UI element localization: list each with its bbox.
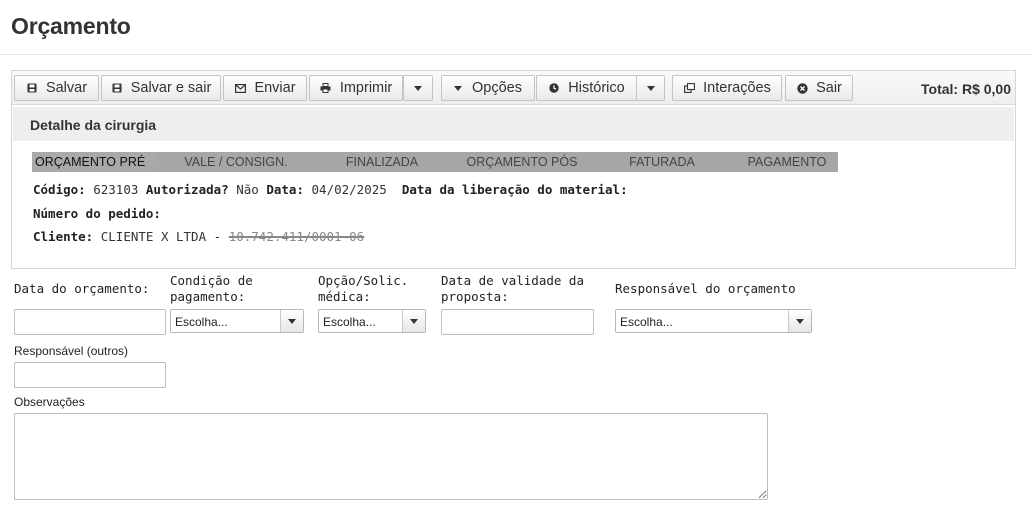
medical-option-value: Escolha... bbox=[323, 315, 376, 329]
code-label: Código: bbox=[33, 182, 86, 197]
external-link-icon bbox=[683, 82, 695, 94]
medical-option-label: Opção/Solic. médica: bbox=[318, 273, 409, 304]
options-label: Opções bbox=[472, 80, 522, 96]
page-title: Orçamento bbox=[11, 13, 131, 39]
other-responsible-label: Responsável (outros) bbox=[14, 344, 129, 358]
authorized-value: Não bbox=[236, 182, 259, 197]
material-release-label: Data da liberação do material: bbox=[401, 182, 628, 197]
exit-button[interactable]: Sair bbox=[785, 75, 853, 101]
send-button[interactable]: Enviar bbox=[223, 75, 307, 101]
clock-icon bbox=[548, 82, 560, 94]
chevron-down-icon bbox=[414, 85, 422, 91]
date-value: 04/02/2025 bbox=[311, 182, 387, 197]
budget-date-input[interactable] bbox=[14, 309, 166, 335]
save-label: Salvar bbox=[45, 80, 88, 96]
save-and-exit-button[interactable]: Salvar e sair bbox=[101, 75, 221, 101]
close-circle-icon bbox=[796, 82, 808, 94]
other-responsible-input[interactable] bbox=[14, 362, 166, 388]
interactions-label: Interações bbox=[703, 80, 771, 96]
budget-date-label: Data do orçamento: bbox=[14, 281, 150, 296]
status-stage-label: FINALIZADA bbox=[345, 155, 419, 169]
status-stage-label: PAGAMENTO bbox=[747, 155, 827, 169]
history-label: Histórico bbox=[568, 80, 625, 96]
budget-panel: Salvar Salvar e sair Enviar Imprimir Opç… bbox=[11, 70, 1016, 269]
status-stage-label: FATURADA bbox=[629, 155, 695, 169]
budget-responsible-value: Escolha... bbox=[620, 315, 673, 329]
status-pipeline: ORÇAMENTO PRÉ VALE / CONSIGN. FINALIZADA OR… bbox=[32, 152, 838, 172]
save-and-exit-label: Salvar e sair bbox=[130, 80, 212, 96]
budget-responsible-select[interactable]: Escolha... bbox=[615, 309, 812, 333]
surgery-detail-header: Detalhe da cirurgia bbox=[13, 107, 1014, 141]
surgery-info-line-3: Cliente: CLIENTE X LTDA - 10.742.411/000… bbox=[33, 229, 364, 244]
interactions-button[interactable]: Interações bbox=[672, 75, 782, 101]
proposal-validity-label: Data de validade da proposta: bbox=[441, 273, 584, 304]
notes-textarea[interactable] bbox=[14, 413, 768, 500]
code-value: 623103 bbox=[93, 182, 139, 197]
surgery-info-line-1: Código: 623103 Autorizada? Não Data: 04/… bbox=[33, 182, 628, 197]
printer-icon bbox=[320, 82, 332, 94]
print-label: Imprimir bbox=[339, 80, 393, 96]
notes-label: Observações bbox=[14, 395, 85, 409]
client-label: Cliente: bbox=[33, 229, 94, 244]
total-amount: Total: R$ 0,00 bbox=[921, 81, 1011, 97]
history-button[interactable]: Histórico bbox=[536, 75, 637, 101]
chevron-down-icon[interactable] bbox=[788, 310, 811, 332]
print-dropdown-button[interactable] bbox=[403, 75, 433, 101]
payment-condition-value: Escolha... bbox=[175, 315, 228, 329]
date-label: Data: bbox=[266, 182, 304, 197]
save-icon bbox=[111, 82, 123, 94]
page-header: Orçamento bbox=[0, 0, 1032, 55]
save-icon bbox=[26, 82, 38, 94]
surgery-info-line-2: Número do pedido: bbox=[33, 206, 161, 221]
authorized-label: Autorizada? bbox=[145, 182, 229, 197]
chevron-down-icon[interactable] bbox=[280, 310, 303, 332]
payment-condition-select[interactable]: Escolha... bbox=[170, 309, 304, 333]
exit-label: Sair bbox=[816, 80, 842, 96]
surgery-detail-title: Detalhe da cirurgia bbox=[30, 117, 157, 133]
client-name: CLIENTE X LTDA - bbox=[100, 229, 222, 244]
status-stage-label: VALE / CONSIGN. bbox=[184, 155, 288, 169]
proposal-validity-input[interactable] bbox=[441, 309, 594, 335]
options-button[interactable]: Opções bbox=[441, 75, 535, 101]
toolbar: Salvar Salvar e sair Enviar Imprimir Opç… bbox=[12, 71, 1015, 105]
chevron-down-icon[interactable] bbox=[402, 310, 425, 332]
status-stage-label: ORÇAMENTO PÓS bbox=[466, 155, 578, 169]
order-number-label: Número do pedido: bbox=[33, 206, 161, 221]
medical-option-select[interactable]: Escolha... bbox=[318, 309, 426, 333]
chevron-down-icon bbox=[454, 85, 462, 91]
history-dropdown-button[interactable] bbox=[636, 75, 665, 101]
chevron-down-icon bbox=[646, 85, 655, 91]
save-button[interactable]: Salvar bbox=[14, 75, 99, 101]
send-label: Enviar bbox=[254, 80, 296, 96]
envelope-icon bbox=[234, 82, 246, 94]
client-document: 10.742.411/0001-06 bbox=[228, 229, 365, 244]
payment-condition-label: Condição de pagamento: bbox=[170, 273, 253, 304]
print-button[interactable]: Imprimir bbox=[309, 75, 403, 101]
budget-responsible-label: Responsável do orçamento bbox=[615, 281, 796, 296]
status-stage-label: ORÇAMENTO PRÉ bbox=[35, 155, 146, 169]
